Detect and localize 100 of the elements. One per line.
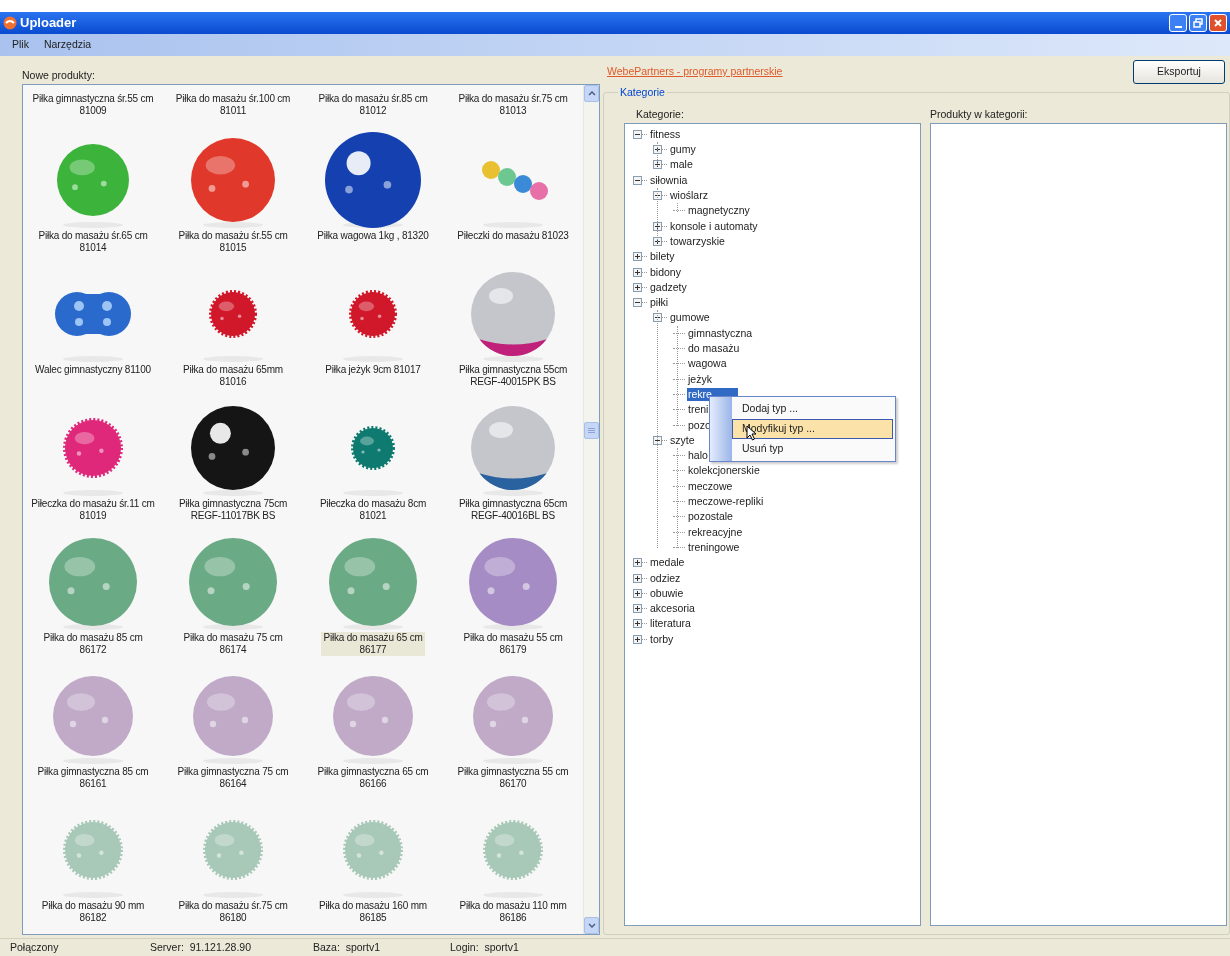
tree-item[interactable]: magnetyczny <box>687 204 751 218</box>
status-text: Login: sportv1 <box>450 939 519 955</box>
expand-icon[interactable] <box>633 604 642 614</box>
scroll-down-button[interactable] <box>584 917 599 934</box>
product-caption[interactable]: Piłka gimnastyczna 55 cm 86170 <box>455 766 571 790</box>
export-button[interactable]: Eksportuj <box>1133 60 1225 84</box>
collapse-icon[interactable] <box>653 191 662 201</box>
product-caption[interactable]: Piłka do masażu 90 mm 86182 <box>39 900 147 924</box>
tree-item[interactable]: meczowe-repliki <box>687 495 765 508</box>
tree-item[interactable]: konsole i automaty <box>669 219 759 233</box>
tree-item[interactable]: medale <box>649 556 686 570</box>
expand-icon[interactable] <box>633 619 642 629</box>
tree-item[interactable]: gumowe <box>669 311 711 325</box>
product-caption[interactable]: Piłka gimnastyczna 65 cm 86166 <box>315 766 431 790</box>
expand-icon[interactable] <box>653 236 662 246</box>
collapse-icon[interactable] <box>653 435 662 445</box>
product-caption[interactable]: Piłeczka do masażu śr.11 cm 81019 <box>29 498 157 522</box>
scrollbar-thumb[interactable] <box>584 422 599 439</box>
expand-icon[interactable] <box>633 267 642 277</box>
tree-item[interactable]: jeżyk <box>687 372 713 386</box>
product-caption[interactable]: Piłka wagowa 1kg , 81320 <box>315 230 431 242</box>
tree-item[interactable]: male <box>669 158 694 172</box>
menu-item[interactable]: Narzędzia <box>43 37 92 53</box>
tree-item[interactable]: siłownia <box>649 173 689 187</box>
product-caption[interactable]: Piłka do masażu śr.75 cm 81013 <box>456 93 570 117</box>
collapse-icon[interactable] <box>633 129 642 139</box>
tree-item[interactable]: fitness <box>649 127 682 141</box>
window-title: Uploader <box>20 14 77 33</box>
expand-icon[interactable] <box>653 221 662 231</box>
panel-label: Nowe produkty: <box>22 68 96 83</box>
tree-item[interactable]: bidony <box>649 265 682 279</box>
expand-icon[interactable] <box>633 558 642 568</box>
menu-item[interactable]: Plik <box>12 37 29 53</box>
restore-button[interactable] <box>1189 14 1207 32</box>
tree-item[interactable]: bilety <box>649 250 676 264</box>
tree-item[interactable]: piłki <box>649 296 670 310</box>
collapse-icon[interactable] <box>633 298 642 308</box>
product-caption[interactable]: Piłeczki do masażu 81023 <box>455 230 571 242</box>
product-caption[interactable]: Piłka gimnastyczna 75cm REGF-11017BK BS <box>176 498 290 522</box>
expand-icon[interactable] <box>653 160 662 170</box>
expand-icon[interactable] <box>633 588 642 598</box>
context-menu-item[interactable]: Usuń typ <box>732 438 893 459</box>
expand-icon[interactable] <box>653 145 662 155</box>
tree-item[interactable]: do masażu <box>687 342 741 356</box>
tree-item[interactable]: odziez <box>649 571 682 585</box>
context-menu-item[interactable]: Dodaj typ ... <box>732 398 893 419</box>
product-caption[interactable]: Walec gimnastyczny 81100 <box>33 364 153 376</box>
tree-item[interactable]: rekreacyjne <box>687 525 744 539</box>
product-caption[interactable]: Piłka gimnastyczna śr.55 cm 81009 <box>30 93 156 117</box>
tree-item[interactable]: treningowe <box>687 540 741 554</box>
product-caption[interactable]: Piłka do masażu 160 mm 86185 <box>317 900 429 924</box>
group-title: Kategorie <box>619 85 666 100</box>
close-button[interactable] <box>1209 14 1227 32</box>
status-text: Połączony <box>10 939 60 955</box>
expand-icon[interactable] <box>633 282 642 292</box>
product-caption[interactable]: Piłka do masażu 75 cm 86174 <box>181 632 285 656</box>
tree-item[interactable]: obuwie <box>649 586 685 600</box>
tree-item[interactable]: gadzety <box>649 280 688 294</box>
expand-icon[interactable] <box>633 252 642 262</box>
collapse-icon[interactable] <box>653 313 662 323</box>
product-caption[interactable]: Piłka do masażu śr.55 cm 81015 <box>176 230 290 254</box>
products-label: Produkty w kategorii: <box>930 106 1029 122</box>
tree-item[interactable]: treni <box>687 403 710 417</box>
app-icon <box>3 16 17 30</box>
product-caption[interactable]: Piłka do masażu 110 mm 86186 <box>457 900 569 924</box>
product-caption[interactable]: Piłka do masażu śr.75 cm 86180 <box>176 900 290 924</box>
product-caption[interactable]: Piłka gimnastyczna 85 cm 86161 <box>35 766 151 790</box>
product-caption[interactable]: Piłka do masażu śr.65 cm 81014 <box>36 230 150 254</box>
tree-item[interactable]: gimnastyczna <box>687 326 754 340</box>
tree-item[interactable]: akcesoria <box>649 602 696 616</box>
scroll-up-button[interactable] <box>584 85 599 102</box>
expand-icon[interactable] <box>633 634 642 644</box>
product-caption[interactable]: Piłka do masażu 65mm 81016 <box>181 364 285 388</box>
product-caption[interactable]: Piłka do masażu 85 cm 86172 <box>41 632 145 656</box>
product-caption[interactable]: Piłka jeżyk 9cm 81017 <box>323 364 423 376</box>
product-caption[interactable]: Piłka do masażu 65 cm 86177 <box>321 632 425 656</box>
expand-icon[interactable] <box>633 573 642 583</box>
product-caption[interactable]: Piłka do masażu śr.85 cm 81012 <box>316 93 430 117</box>
tree-item[interactable]: pozostale <box>687 510 734 524</box>
tree-item[interactable]: gumy <box>669 143 697 157</box>
product-caption[interactable]: Piłka gimnastyczna 55cm REGF-40015PK BS <box>456 364 570 388</box>
tree-item[interactable]: meczowe <box>687 479 734 493</box>
close-icon <box>1213 18 1223 28</box>
tree-item[interactable]: wioślarz <box>669 189 709 203</box>
tree-item[interactable]: szyte <box>669 433 696 447</box>
scrollbar[interactable] <box>583 85 599 934</box>
context-menu-item[interactable]: Modyfikuj typ ... <box>732 418 893 439</box>
product-caption[interactable]: Piłka do masażu 55 cm 86179 <box>461 632 565 656</box>
tree-item[interactable]: kolekcjonerskie <box>687 464 761 478</box>
product-caption[interactable]: Piłka do masażu śr.100 cm 81011 <box>173 93 293 117</box>
tree-item[interactable]: wagowa <box>687 357 728 371</box>
product-caption[interactable]: Piłeczka do masażu 8cm 81021 <box>317 498 429 522</box>
product-caption[interactable]: Piłka gimnastyczna 65cm REGF-40016BL BS <box>456 498 570 522</box>
collapse-icon[interactable] <box>633 175 642 185</box>
product-caption[interactable]: Piłka gimnastyczna 75 cm 86164 <box>175 766 291 790</box>
tree-item[interactable]: literatura <box>649 617 692 631</box>
tree-item[interactable]: towarzyskie <box>669 234 726 248</box>
minimize-button[interactable] <box>1169 14 1187 32</box>
tree-item[interactable]: torby <box>649 632 675 646</box>
tree-item[interactable]: halo <box>687 449 709 463</box>
